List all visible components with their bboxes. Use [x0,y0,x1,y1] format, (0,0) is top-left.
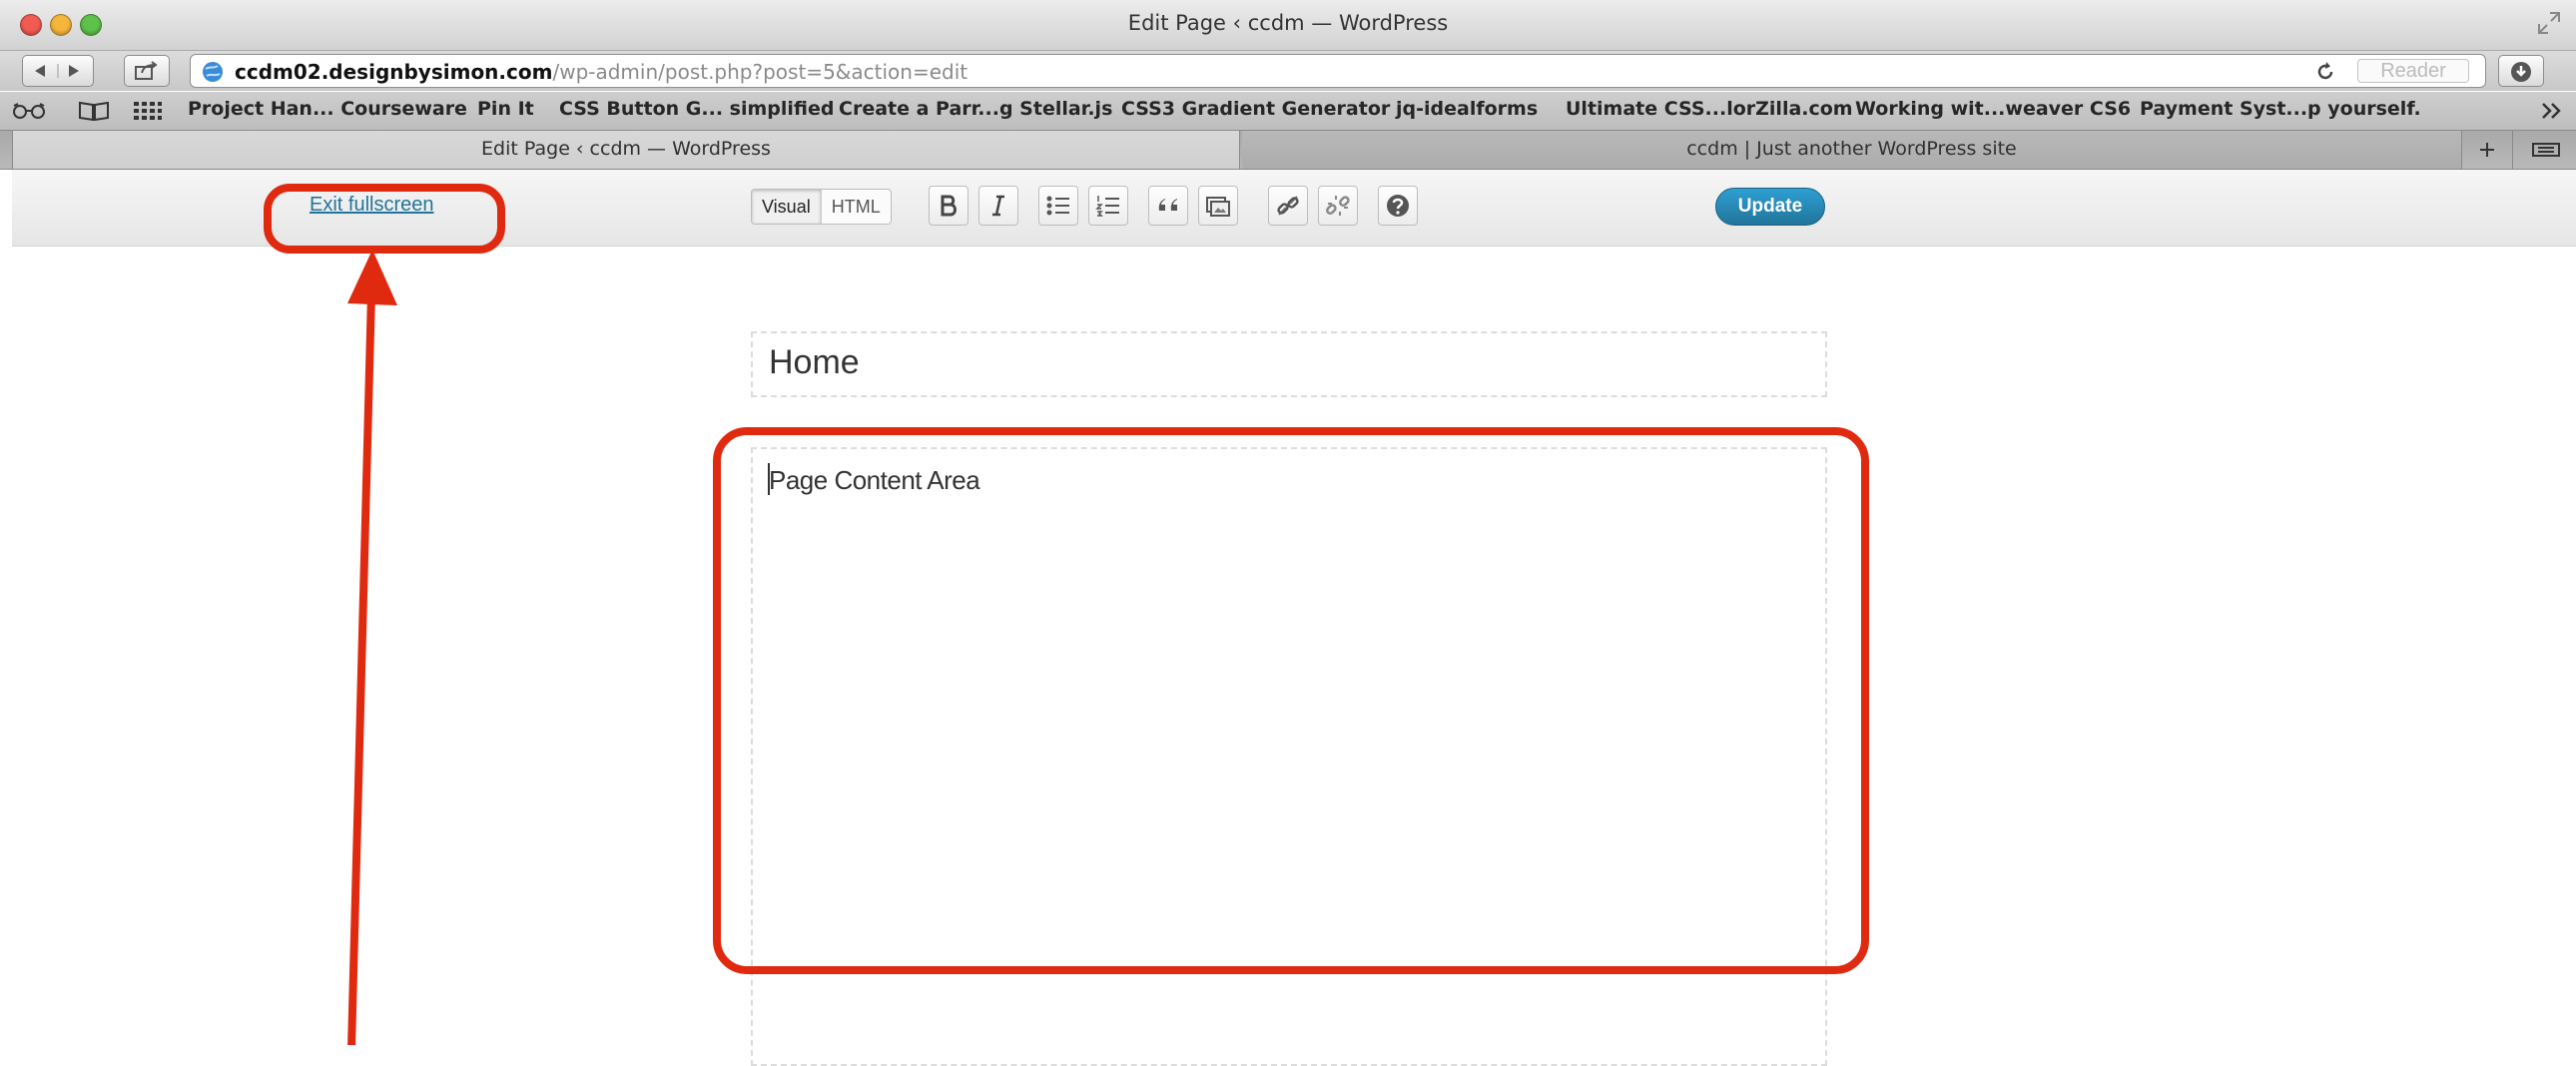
bold-icon [941,195,957,217]
top-sites-grid-icon[interactable] [133,100,163,122]
quote-icon [1158,199,1177,211]
unlink-icon [1326,196,1350,216]
reload-icon[interactable] [2315,62,2335,82]
tab-site-home[interactable]: ccdm | Just another WordPress site [1242,131,2462,169]
post-title-text: Home [769,343,860,381]
numbered-list-button[interactable] [1088,186,1128,226]
tab-overview-button[interactable] [2516,131,2576,169]
bookmark-item[interactable]: Project Han... Courseware [188,98,467,120]
annotation-arrow [347,250,397,1045]
bookmark-item[interactable]: Ultimate CSS...lorZilla.com [1566,98,1853,120]
back-forward-icon [35,64,79,78]
fullscreen-toggle-icon[interactable] [2536,10,2562,36]
downloads-button[interactable] [2498,55,2544,87]
media-icon [1206,197,1230,217]
bullet-list-button[interactable] [1038,186,1078,226]
italic-icon [992,195,1004,217]
visual-tab[interactable]: Visual [752,190,822,224]
bold-button[interactable] [929,186,968,226]
bookmark-item[interactable]: Pin It [477,98,534,120]
window-titlebar: Edit Page ‹ ccdm — WordPress [0,0,2576,51]
address-bar[interactable]: ccdm02.designbysimon.com/wp-admin/post.p… [190,54,2486,88]
bookmarks-bar: Project Han... Courseware Pin It CSS But… [0,92,2576,130]
download-icon [2511,62,2531,82]
bullet-list-icon [1046,196,1069,216]
share-button[interactable] [124,55,170,87]
more-bookmarks-icon[interactable] [2540,102,2564,120]
url-text: ccdm02.designbysimon.com/wp-admin/post.p… [235,60,967,84]
html-tab[interactable]: HTML [822,190,891,224]
tab-edit-page[interactable]: Edit Page ‹ ccdm — WordPress [12,131,1240,169]
post-title-field[interactable]: Home [751,331,1827,397]
bookmark-item[interactable]: Create a Parr...g Stellar.js [839,98,1112,120]
tab-bar: Edit Page ‹ ccdm — WordPress ccdm | Just… [0,130,2576,170]
italic-button[interactable] [978,186,1018,226]
insert-link-button[interactable] [1268,186,1308,226]
new-tab-button[interactable] [2462,131,2513,169]
browser-toolbar: ccdm02.designbysimon.com/wp-admin/post.p… [0,51,2576,91]
bookmarks-book-icon[interactable] [78,100,110,122]
numbered-list-icon [1095,196,1119,217]
reader-button[interactable]: Reader [2357,59,2469,83]
add-media-button[interactable] [1198,186,1238,226]
help-icon [1387,195,1409,217]
help-button[interactable] [1378,186,1418,226]
editor-mode-switch: Visual HTML [751,189,892,225]
annotation-highlight-exit-fullscreen [264,184,505,254]
globe-icon [203,62,223,82]
link-icon [1277,196,1299,216]
update-button[interactable]: Update [1715,188,1825,226]
url-path: /wp-admin/post.php?post=5&action=edit [552,60,968,84]
tab-list-icon [2532,143,2560,157]
window-title: Edit Page ‹ ccdm — WordPress [1127,11,1449,35]
blockquote-button[interactable] [1148,186,1188,226]
bookmark-item[interactable]: Working wit...weaver CS6 [1855,98,2131,120]
bookmark-item[interactable]: Payment Syst...p yourself. [2140,98,2421,120]
bookmark-item[interactable]: jq-idealforms [1396,98,1538,120]
bookmark-item[interactable]: CSS3 Gradient Generator [1121,98,1390,120]
url-host: ccdm02.designbysimon.com [235,60,553,84]
back-forward-buttons[interactable] [22,55,94,87]
reading-list-icon[interactable] [12,102,46,120]
plus-icon [2480,143,2494,157]
remove-link-button[interactable] [1318,186,1358,226]
annotation-highlight-content-area [713,427,1869,974]
bookmark-item[interactable]: CSS Button G... simplified [559,98,834,120]
share-icon [135,61,158,80]
